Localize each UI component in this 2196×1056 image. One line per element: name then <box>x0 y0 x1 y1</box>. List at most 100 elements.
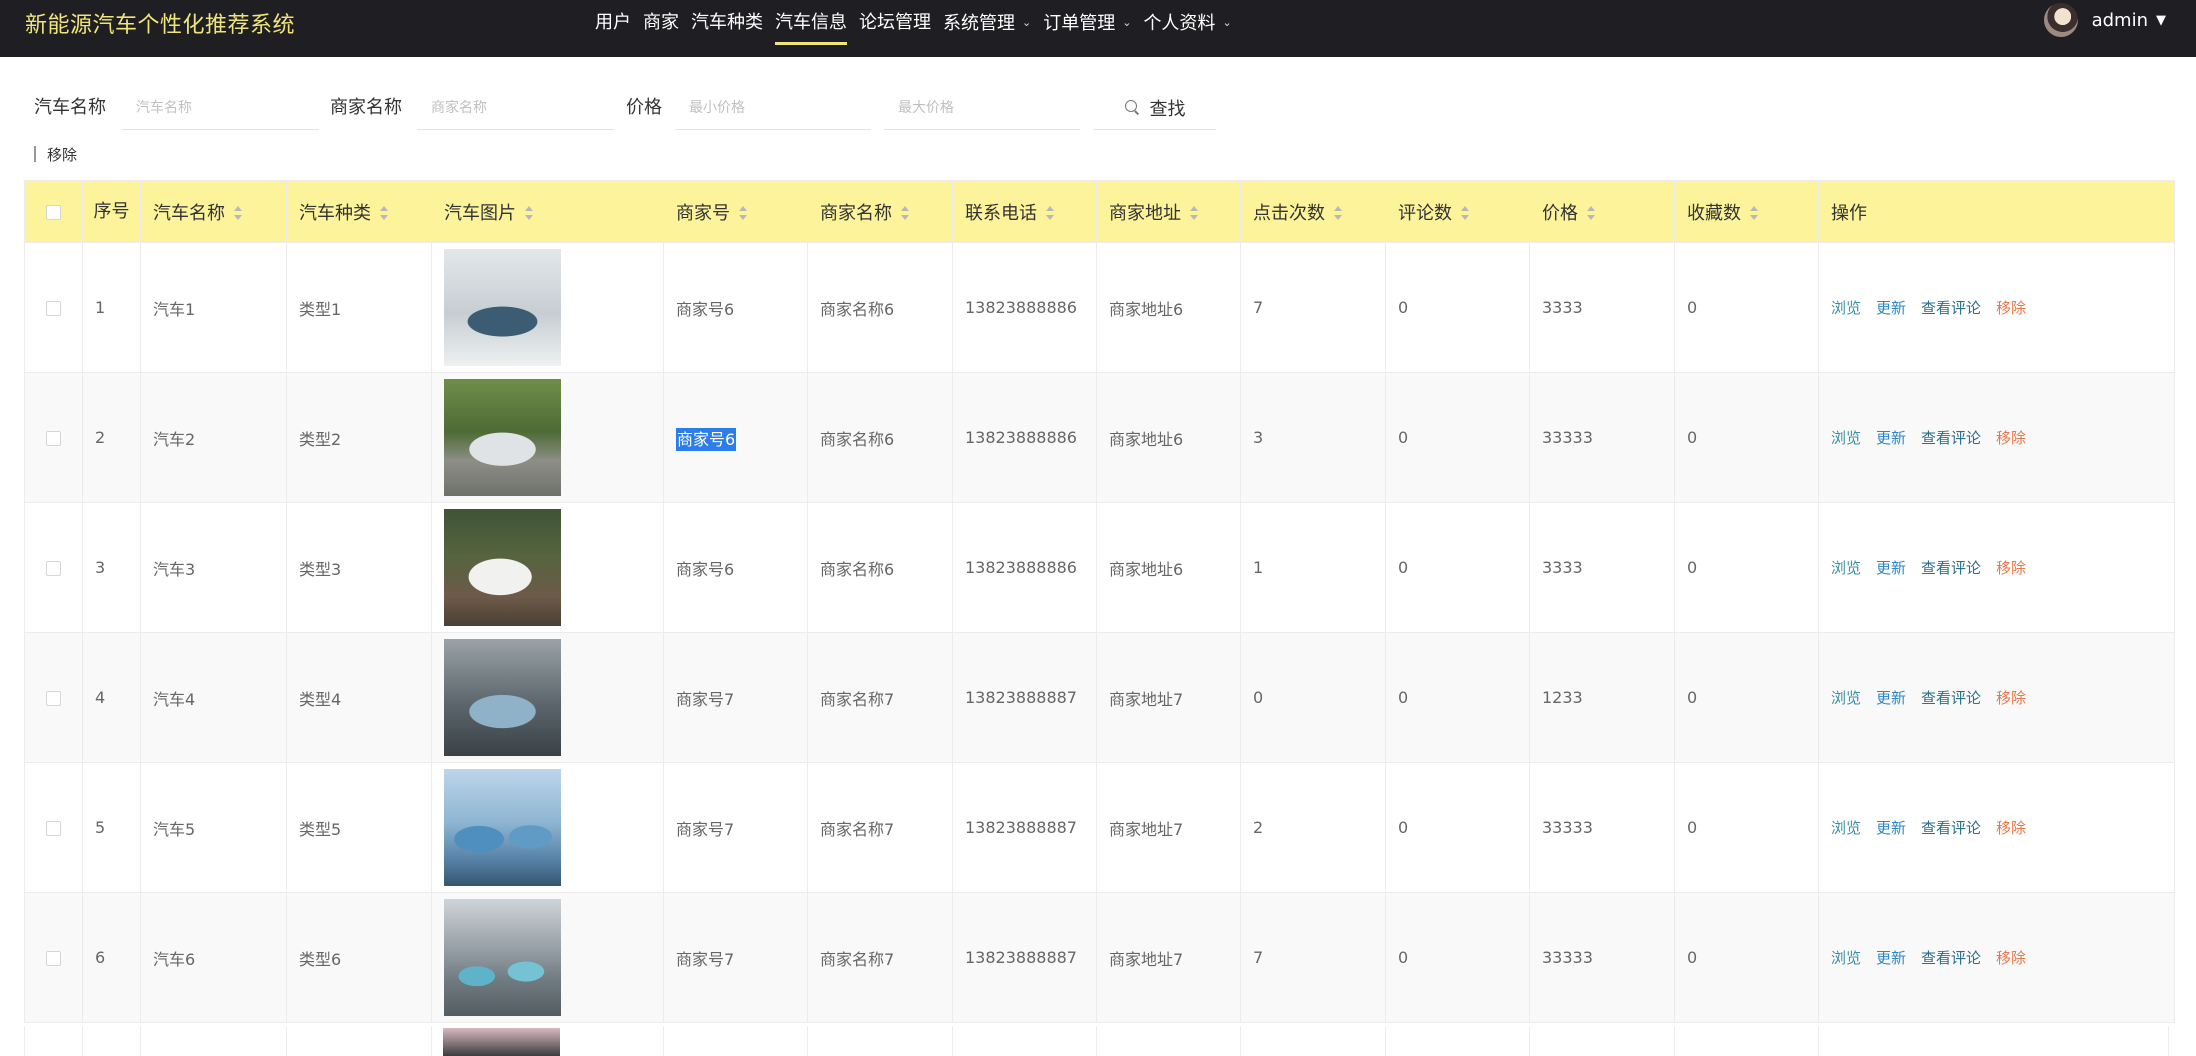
view-link[interactable]: 浏览 <box>1831 299 1861 317</box>
sort-icon[interactable] <box>1461 205 1469 220</box>
view-comments-link[interactable]: 查看评论 <box>1921 429 1981 447</box>
cell-comments: 0 <box>1385 762 1530 893</box>
select-all-checkbox[interactable] <box>46 204 61 220</box>
header-address[interactable]: 商家地址 <box>1096 180 1241 243</box>
cell-favorites: 0 <box>1674 632 1819 763</box>
update-link[interactable]: 更新 <box>1876 819 1906 837</box>
header-select-cell <box>24 180 83 243</box>
row-checkbox[interactable] <box>46 561 61 576</box>
update-link[interactable]: 更新 <box>1876 689 1906 707</box>
cell-index: 3 <box>82 502 141 633</box>
remove-link[interactable]: 移除 <box>1996 299 2026 317</box>
min-price-input[interactable] <box>675 86 871 130</box>
nav-label: 汽车信息 <box>775 12 847 33</box>
sort-icon[interactable] <box>1190 205 1198 220</box>
cell-address: 商家地址7 <box>1096 632 1241 763</box>
nav-profile[interactable]: 个人资料 ⌄ <box>1143 0 1231 57</box>
cell-type: 类型6 <box>286 892 432 1023</box>
view-link[interactable]: 浏览 <box>1831 949 1861 967</box>
header-label: 汽车种类 <box>299 202 371 224</box>
remove-link[interactable]: 移除 <box>1996 689 2026 707</box>
cell-clicks: 7 <box>1240 892 1386 1023</box>
row-checkbox[interactable] <box>46 821 61 836</box>
header-clicks[interactable]: 点击次数 <box>1240 180 1386 243</box>
header-label: 序号 <box>93 200 130 222</box>
bulk-remove-button[interactable]: 移除 <box>34 144 77 164</box>
search-button[interactable]: 查找 <box>1094 86 1216 130</box>
sort-icon[interactable] <box>739 205 747 220</box>
cell-price: 33333 <box>1529 372 1675 503</box>
remove-link[interactable]: 移除 <box>1996 949 2026 967</box>
row-checkbox[interactable] <box>46 431 61 446</box>
cell-merchant-name: 商家名称7 <box>807 892 953 1023</box>
sort-icon[interactable] <box>901 205 909 220</box>
row-checkbox[interactable] <box>46 951 61 966</box>
remove-link[interactable]: 移除 <box>1996 559 2026 577</box>
nav-users[interactable]: 用户 <box>595 0 631 57</box>
select-cell <box>24 242 83 373</box>
view-comments-link[interactable]: 查看评论 <box>1921 689 1981 707</box>
merchant-name-input[interactable] <box>417 86 614 130</box>
row-checkbox[interactable] <box>46 301 61 316</box>
chevron-down-icon: ⌄ <box>1222 16 1232 29</box>
nav-label: 汽车种类 <box>691 12 763 33</box>
view-link[interactable]: 浏览 <box>1831 689 1861 707</box>
header-name[interactable]: 汽车名称 <box>140 180 287 243</box>
sort-icon[interactable] <box>1750 205 1758 220</box>
view-link[interactable]: 浏览 <box>1831 429 1861 447</box>
cell-price: 3333 <box>1529 502 1675 633</box>
header-price[interactable]: 价格 <box>1529 180 1675 243</box>
header-type[interactable]: 汽车种类 <box>286 180 432 243</box>
chevron-down-icon: ⌄ <box>1122 16 1132 29</box>
sort-icon[interactable] <box>234 205 242 220</box>
view-link[interactable]: 浏览 <box>1831 559 1861 577</box>
sort-icon[interactable] <box>1046 205 1054 220</box>
remove-link[interactable]: 移除 <box>1996 819 2026 837</box>
remove-link[interactable]: 移除 <box>1996 429 2026 447</box>
cell-price: 3333 <box>1529 242 1675 373</box>
view-comments-link[interactable]: 查看评论 <box>1921 559 1981 577</box>
header-image[interactable]: 汽车图片 <box>431 180 664 243</box>
nav-merchants[interactable]: 商家 <box>643 0 679 57</box>
view-comments-link[interactable]: 查看评论 <box>1921 949 1981 967</box>
car-name-input[interactable] <box>122 86 319 130</box>
nav-car-types[interactable]: 汽车种类 <box>691 0 763 57</box>
nav-car-info[interactable]: 汽车信息 <box>775 0 847 57</box>
header-phone[interactable]: 联系电话 <box>952 180 1097 243</box>
cell-price: 33333 <box>1529 892 1675 1023</box>
sort-icon[interactable] <box>380 205 388 220</box>
header-label: 点击次数 <box>1253 202 1325 224</box>
header-label: 操作 <box>1831 202 1867 224</box>
sort-icon[interactable] <box>1587 205 1595 220</box>
cell-index: 5 <box>82 762 141 893</box>
select-cell <box>24 502 83 633</box>
update-link[interactable]: 更新 <box>1876 949 1906 967</box>
sort-icon[interactable] <box>525 205 533 220</box>
update-link[interactable]: 更新 <box>1876 429 1906 447</box>
user-menu[interactable]: admin ▼ <box>2043 0 2166 40</box>
update-link[interactable]: 更新 <box>1876 299 1906 317</box>
nav-orders[interactable]: 订单管理 ⌄ <box>1043 0 1131 57</box>
cell-merchant-no: 商家号7 <box>663 762 808 893</box>
header-merchant-no[interactable]: 商家号 <box>663 180 808 243</box>
header-merchant-name[interactable]: 商家名称 <box>807 180 953 243</box>
update-link[interactable]: 更新 <box>1876 559 1906 577</box>
caret-down-icon: ▼ <box>2156 12 2166 28</box>
bulk-remove-label: 移除 <box>47 145 78 164</box>
row-checkbox[interactable] <box>46 691 61 706</box>
header-favorites[interactable]: 收藏数 <box>1674 180 1819 243</box>
view-comments-link[interactable]: 查看评论 <box>1921 299 1981 317</box>
cell-name: 汽车5 <box>140 762 287 893</box>
cell-phone: 13823888887 <box>952 892 1097 1023</box>
divider <box>34 146 36 162</box>
cell-clicks: 2 <box>1240 762 1386 893</box>
view-comments-link[interactable]: 查看评论 <box>1921 819 1981 837</box>
nav-forum[interactable]: 论坛管理 <box>859 0 931 57</box>
sort-icon[interactable] <box>1334 205 1342 220</box>
header-index: 序号 <box>82 180 141 243</box>
view-link[interactable]: 浏览 <box>1831 819 1861 837</box>
header-comments[interactable]: 评论数 <box>1385 180 1530 243</box>
nav-system[interactable]: 系统管理 ⌄ <box>943 0 1031 57</box>
user-name: admin <box>2091 9 2148 31</box>
max-price-input[interactable] <box>884 86 1080 130</box>
